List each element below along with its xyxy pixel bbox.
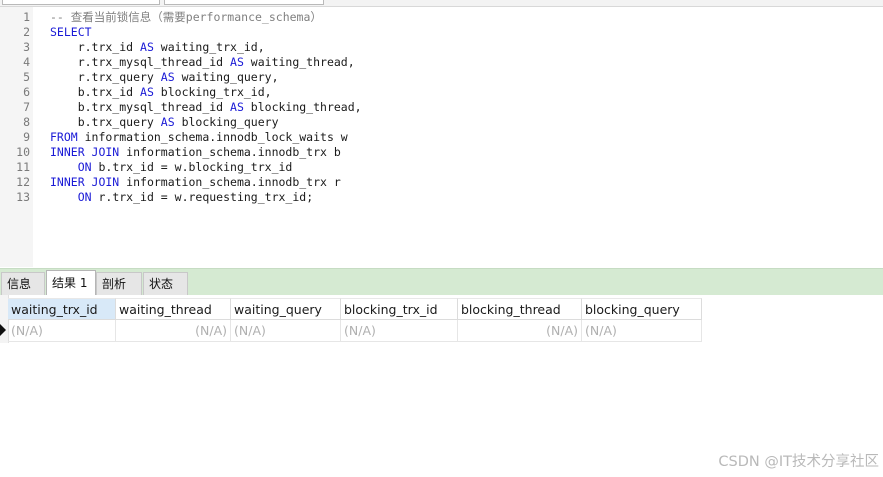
- code-line[interactable]: 13 ON r.trx_id = w.requesting_trx_id;: [0, 190, 883, 205]
- code-line[interactable]: 1 -- 查看当前锁信息（需要performance_schema）: [0, 10, 883, 25]
- column-header-blocking-thread[interactable]: blocking_thread: [458, 298, 582, 320]
- sql-keyword: FROM: [50, 130, 78, 144]
- sql-keyword: ON: [77, 190, 92, 204]
- column-header-waiting-trx-id[interactable]: waiting_trx_id: [8, 298, 116, 320]
- code-line[interactable]: 5 r.trx_query AS waiting_query,: [0, 70, 883, 85]
- column-header-blocking-trx-id[interactable]: blocking_trx_id: [341, 298, 458, 320]
- table-cell[interactable]: (N/A): [458, 320, 582, 342]
- code-line[interactable]: 12 INNER JOIN information_schema.innodb_t…: [0, 175, 883, 190]
- sql-keyword: ON: [77, 160, 92, 174]
- sql-token: information_schema.innodb_trx b: [119, 145, 341, 159]
- sql-keyword: AS: [160, 70, 175, 84]
- table-cell[interactable]: (N/A): [231, 320, 341, 342]
- code-text: b.trx_id AS blocking_trx_id,: [50, 85, 272, 100]
- sql-keyword: AS: [140, 85, 154, 99]
- table-cell[interactable]: (N/A): [341, 320, 458, 342]
- code-text: SELECT: [50, 25, 92, 40]
- sql-token: waiting_thread,: [243, 55, 355, 69]
- column-header-waiting-query[interactable]: waiting_query: [231, 298, 341, 320]
- code-line[interactable]: 10 INNER JOIN information_schema.innodb_t…: [0, 145, 883, 160]
- watermark: CSDN @IT技术分享社区: [718, 454, 879, 470]
- sql-token: blocking_trx_id,: [153, 85, 272, 99]
- column-header-waiting-thread[interactable]: waiting_thread: [116, 298, 231, 320]
- line-number: 1: [23, 10, 30, 24]
- sql-keyword: AS: [230, 100, 244, 114]
- tab-info[interactable]: 信息: [1, 272, 45, 295]
- code-line[interactable]: 7 b.trx_mysql_thread_id AS blocking_thre…: [0, 100, 883, 115]
- code-line[interactable]: 11 ON b.trx_id = w.blocking_trx_id: [0, 160, 883, 175]
- sql-token: r.trx_mysql_thread_id: [50, 55, 231, 69]
- code-text: -- 查看当前锁信息（需要performance_schema）: [50, 10, 322, 25]
- sql-keyword: INNER JOIN: [50, 175, 120, 189]
- code-text: r.trx_id AS waiting_trx_id,: [50, 40, 265, 55]
- tab-status[interactable]: 状态: [143, 272, 188, 295]
- line-number: 10: [16, 145, 30, 159]
- mysql-client-window: 1 -- 查看当前锁信息（需要performance_schema） 2 SELECT…: [0, 0, 883, 477]
- table-cell[interactable]: (N/A): [116, 320, 231, 342]
- line-number: 8: [23, 115, 30, 129]
- current-row-arrow-icon: [0, 324, 6, 336]
- code-text: INNER JOIN information_schema.innodb_trx…: [50, 145, 341, 160]
- code-text: ON b.trx_id = w.blocking_trx_id: [50, 160, 293, 175]
- code-line[interactable]: 3 r.trx_id AS waiting_trx_id,: [0, 40, 883, 55]
- code-line[interactable]: 2 SELECT: [0, 25, 883, 40]
- line-number: 5: [23, 70, 30, 84]
- sql-token: r.trx_query: [50, 70, 161, 84]
- sql-token: blocking_thread,: [243, 100, 362, 114]
- code-line[interactable]: 9 FROM information_schema.innodb_lock_wai…: [0, 130, 883, 145]
- code-text: b.trx_query AS blocking_query: [50, 115, 279, 130]
- sql-token: r.trx_id: [50, 40, 141, 54]
- sql-keyword: SELECT: [50, 25, 92, 39]
- code-line[interactable]: 6 b.trx_id AS blocking_trx_id,: [0, 85, 883, 100]
- code-text: INNER JOIN information_schema.innodb_trx…: [50, 175, 341, 190]
- tab-profile[interactable]: 剖析: [96, 272, 142, 295]
- line-number: 2: [23, 25, 30, 39]
- sql-token: b.trx_query: [50, 115, 161, 129]
- line-number: 7: [23, 100, 30, 114]
- code-text: r.trx_query AS waiting_query,: [50, 70, 279, 85]
- line-number: 12: [16, 175, 30, 189]
- sql-token: b.trx_mysql_thread_id: [50, 100, 231, 114]
- code-text: b.trx_mysql_thread_id AS blocking_thread…: [50, 100, 362, 115]
- tab-result-1[interactable]: 结果 1: [46, 270, 96, 295]
- result-panel-tabs: 信息 结果 1 剖析 状态: [0, 268, 883, 295]
- query-tab[interactable]: [2, 0, 160, 5]
- line-number: 9: [23, 130, 30, 144]
- table-cell[interactable]: (N/A): [8, 320, 116, 342]
- line-number: 6: [23, 85, 30, 99]
- query-tab-strip: [0, 0, 883, 7]
- sql-token: blocking_query: [174, 115, 279, 129]
- sql-keyword: INNER JOIN: [50, 145, 120, 159]
- line-number: 13: [16, 190, 30, 204]
- table-cell[interactable]: (N/A): [582, 320, 702, 342]
- sql-token: waiting_trx_id,: [153, 40, 265, 54]
- code-text: FROM information_schema.innodb_lock_wait…: [50, 130, 348, 145]
- line-number: 4: [23, 55, 30, 69]
- code-line[interactable]: 8 b.trx_query AS blocking_query: [0, 115, 883, 130]
- column-header-blocking-query[interactable]: blocking_query: [582, 298, 702, 320]
- line-number: 11: [16, 160, 30, 174]
- sql-comment: -- 查看当前锁信息（需要performance_schema）: [50, 10, 322, 24]
- sql-token: b.trx_id: [50, 85, 141, 99]
- sql-keyword: AS: [160, 115, 175, 129]
- sql-editor[interactable]: 1 -- 查看当前锁信息（需要performance_schema） 2 SELECT…: [0, 7, 883, 267]
- query-tab[interactable]: [164, 0, 324, 5]
- code-text: ON r.trx_id = w.requesting_trx_id;: [50, 190, 313, 205]
- sql-token: waiting_query,: [174, 70, 279, 84]
- sql-token: information_schema.innodb_lock_waits w: [77, 130, 348, 144]
- sql-token: r.trx_id = w.requesting_trx_id;: [91, 190, 314, 204]
- sql-keyword: AS: [140, 40, 154, 54]
- code-text: r.trx_mysql_thread_id AS waiting_thread,: [50, 55, 355, 70]
- code-line[interactable]: 4 r.trx_mysql_thread_id AS waiting_threa…: [0, 55, 883, 70]
- sql-token: b.trx_id = w.blocking_trx_id: [91, 160, 293, 174]
- sql-keyword: AS: [230, 55, 244, 69]
- sql-token: information_schema.innodb_trx r: [119, 175, 341, 189]
- line-number: 3: [23, 40, 30, 54]
